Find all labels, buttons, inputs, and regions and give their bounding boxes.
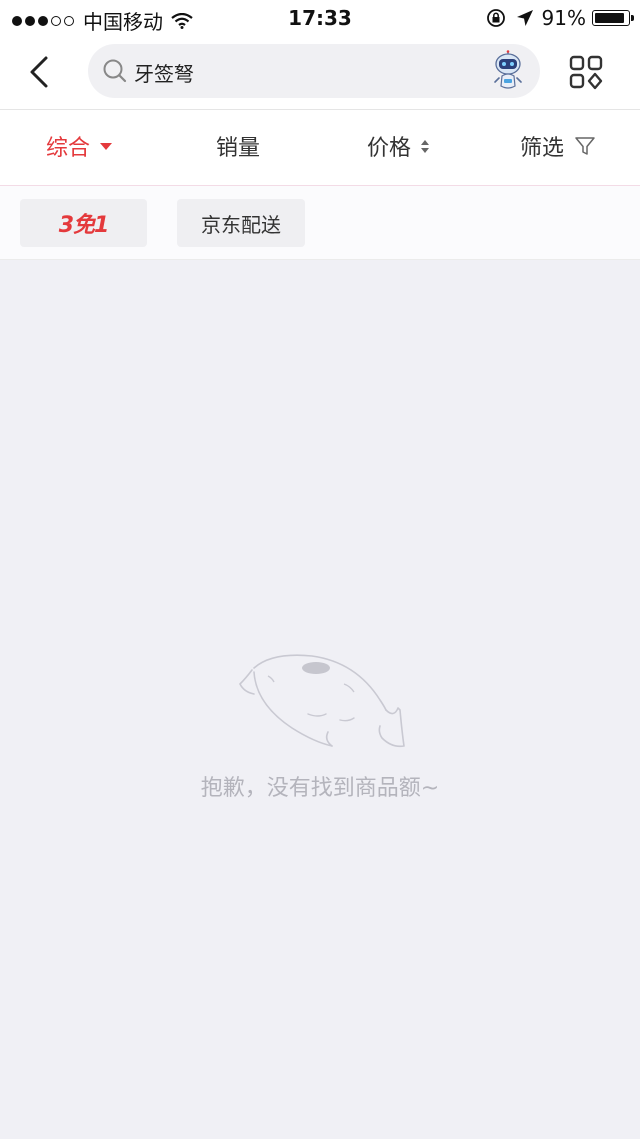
status-bar: 中国移动 17:33 91%	[0, 0, 640, 36]
grid-menu-icon	[569, 55, 603, 90]
battery-fill	[595, 13, 624, 23]
filter-label: 筛选	[520, 136, 565, 161]
sort-sales-label: 销量	[216, 136, 261, 161]
grid-menu-button[interactable]	[568, 54, 604, 90]
chevron-left-icon	[30, 56, 48, 88]
battery-icon	[592, 10, 634, 26]
robot-icon[interactable]	[490, 50, 526, 92]
back-button[interactable]	[22, 52, 58, 92]
tag-jd-delivery[interactable]: 京东配送	[177, 199, 305, 247]
sort-price[interactable]: 价格	[367, 130, 430, 162]
empty-state-message: 抱歉，没有找到商品额~	[200, 776, 440, 801]
location-arrow-icon	[516, 10, 533, 26]
battery-nub	[631, 15, 634, 21]
sort-price-label: 价格	[367, 136, 412, 161]
sort-comprehensive[interactable]: 综合	[46, 130, 113, 162]
search-input[interactable]: 牙签弩	[134, 58, 194, 87]
tag-3-for-1[interactable]: 3免1	[20, 199, 147, 247]
sort-comprehensive-label: 综合	[46, 136, 91, 161]
battery-percent: 91%	[541, 6, 586, 30]
search-header: 牙签弩	[0, 36, 640, 110]
sort-bar: 综合 销量 价格 筛选	[0, 110, 640, 186]
filter-button[interactable]: 筛选	[520, 130, 596, 162]
search-box[interactable]: 牙签弩	[88, 44, 540, 98]
status-right: 91%	[486, 6, 634, 30]
sort-sales[interactable]: 销量	[216, 130, 260, 162]
caret-down-icon	[421, 147, 430, 153]
caret-up-icon	[421, 139, 430, 145]
search-icon	[103, 59, 127, 83]
empty-state-illustration	[239, 654, 405, 748]
tag-filter-bar: 3免1 京东配送	[0, 186, 640, 260]
rotation-lock-icon	[486, 9, 505, 27]
caret-down-icon	[100, 142, 113, 150]
funnel-icon	[575, 137, 595, 155]
sort-updown-icon	[421, 139, 430, 153]
